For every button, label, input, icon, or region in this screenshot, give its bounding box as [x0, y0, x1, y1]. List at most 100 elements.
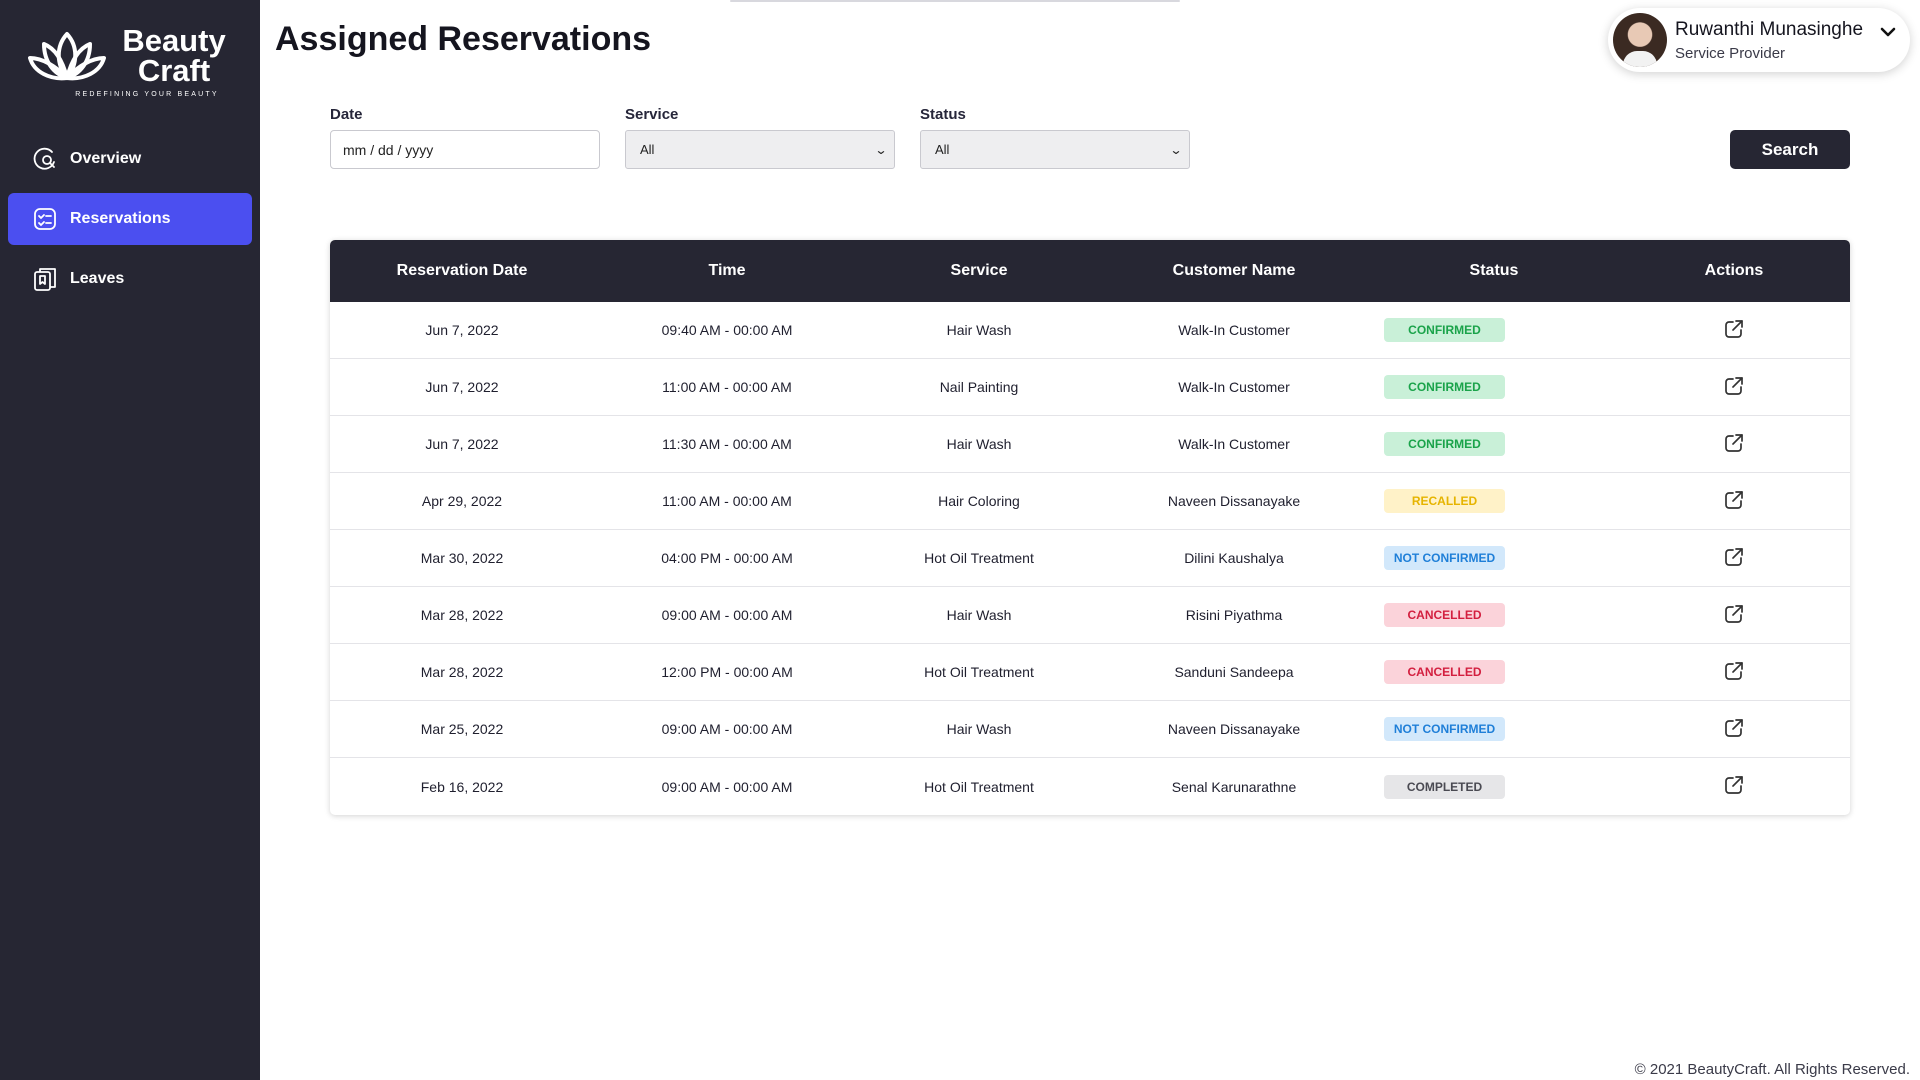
status-cell: COMPLETED — [1370, 774, 1618, 799]
sidebar-item-label: Reservations — [70, 210, 171, 227]
customer-name-cell: Walk-In Customer — [1178, 322, 1290, 338]
chevron-down-icon: ⌄ — [1169, 142, 1183, 157]
sidebar-nav: Overview Reservations Leaves — [8, 133, 252, 313]
customer-name-cell: Senal Karunarathne — [1171, 778, 1297, 795]
table-header: Reservation Date Time Service Customer N… — [330, 240, 1850, 302]
search-button[interactable]: Search — [1730, 130, 1850, 169]
reservation-date-cell: Apr 29, 2022 — [421, 493, 503, 509]
service-cell: Hair Wash — [946, 607, 1012, 623]
external-link-icon[interactable] — [1723, 375, 1745, 397]
reservation-date-cell: Mar 28, 2022 — [420, 607, 504, 623]
service-cell: Hot Oil Treatment — [924, 778, 1034, 795]
status-label: Status — [920, 106, 966, 123]
external-link-icon[interactable] — [1723, 489, 1745, 511]
table-row: Jun 7, 2022 11:30 AM - 00:00 AM Hair Wash W… — [330, 416, 1850, 473]
table-row: Mar 28, 2022 09:00 AM - 00:00 AM Hair Wash… — [330, 587, 1850, 644]
service-cell: Hair Wash — [946, 322, 1012, 338]
profile-role: Service Provider — [1675, 45, 1786, 62]
column-header[interactable]: Customer Name — [1098, 262, 1370, 280]
service-select-value: All — [640, 142, 655, 157]
reservation-date-cell: Mar 25, 2022 — [420, 721, 504, 737]
external-link-icon[interactable] — [1723, 603, 1745, 625]
chevron-down-icon: ⌄ — [874, 142, 888, 157]
status-cell: NOT CONFIRMED — [1370, 546, 1618, 570]
actions-cell — [1618, 717, 1850, 742]
footer-copyright: © 2021 BeautyCraft. All Rights Reserved. — [1634, 1061, 1910, 1078]
external-link-icon[interactable] — [1723, 660, 1745, 682]
external-link-icon[interactable] — [1723, 318, 1745, 340]
sidebar-item-leaves[interactable]: Leaves — [8, 253, 252, 305]
status-badge: COMPLETED — [1384, 774, 1505, 799]
time-cell: 12:00 PM - 00:00 AM — [661, 664, 793, 680]
sidebar-item-label: Leaves — [70, 270, 125, 287]
reservation-date-cell: Jun 7, 2022 — [425, 322, 499, 338]
column-header[interactable]: Service — [860, 262, 1098, 280]
customer-name-cell: Naveen Dissanayake — [1167, 721, 1301, 737]
sidebar-item-reservations[interactable]: Reservations — [8, 193, 252, 245]
service-label: Service — [625, 106, 679, 123]
column-header[interactable]: Reservation Date — [330, 262, 594, 280]
customer-name-cell: Risini Piyathma — [1185, 607, 1283, 623]
status-badge: NOT CONFIRMED — [1384, 546, 1505, 570]
reservation-date-cell: Mar 30, 2022 — [420, 550, 504, 566]
brand-tagline: REDEFINING YOUR BEAUTY — [75, 91, 219, 98]
top-divider — [730, 0, 1180, 2]
time-cell: 11:00 AM - 00:00 AM — [662, 493, 792, 509]
reservation-date-cell: Jun 7, 2022 — [425, 379, 499, 395]
external-link-icon[interactable] — [1723, 432, 1745, 454]
status-cell: CONFIRMED — [1370, 375, 1618, 399]
sidebar: Beauty Craft REDEFINING YOUR BEAUTY Over… — [0, 0, 260, 1080]
time-cell: 09:00 AM - 00:00 AM — [661, 721, 793, 737]
status-badge: RECALLED — [1384, 489, 1505, 513]
actions-cell — [1618, 546, 1850, 571]
service-select[interactable]: All ⌄ — [625, 130, 895, 169]
customer-name-cell: Sanduni Sandeepa — [1174, 664, 1294, 680]
status-cell: NOT CONFIRMED — [1370, 717, 1618, 741]
column-header[interactable]: Actions — [1618, 262, 1850, 280]
page-title: Assigned Reservations — [275, 20, 652, 58]
table-row: Mar 30, 2022 04:00 PM - 00:00 AM Hot Oil T… — [330, 530, 1850, 587]
lotus-icon — [28, 32, 106, 81]
column-header[interactable]: Status — [1370, 262, 1618, 280]
reservation-date-cell: Feb 16, 2022 — [420, 778, 504, 795]
actions-cell — [1618, 318, 1850, 343]
reservation-date-cell: Mar 28, 2022 — [420, 664, 504, 680]
status-cell: CONFIRMED — [1370, 318, 1618, 342]
external-link-icon[interactable] — [1723, 717, 1745, 739]
status-cell: CANCELLED — [1370, 660, 1618, 684]
brand-name: Beauty Craft — [122, 23, 226, 88]
actions-cell — [1618, 603, 1850, 628]
status-badge: CANCELLED — [1384, 660, 1505, 684]
status-select[interactable]: All ⌄ — [920, 130, 1190, 169]
table-row: Jun 7, 2022 09:40 AM - 00:00 AM Hair Wash W… — [330, 302, 1850, 359]
table-row: Mar 25, 2022 09:00 AM - 00:00 AM Hair Wash… — [330, 701, 1850, 758]
service-cell: Hair Coloring — [938, 493, 1020, 509]
external-link-icon[interactable] — [1723, 546, 1745, 568]
profile-menu[interactable]: Ruwanthi Munasinghe Service Provider — [1608, 8, 1910, 72]
status-cell: RECALLED — [1370, 489, 1618, 513]
external-link-icon[interactable] — [1723, 774, 1745, 796]
sidebar-item-overview[interactable]: Overview — [8, 133, 252, 185]
service-cell: Hot Oil Treatment — [924, 550, 1034, 566]
actions-cell — [1618, 660, 1850, 685]
date-input[interactable]: mm / dd / yyyy — [330, 130, 600, 169]
service-cell: Hair Wash — [946, 436, 1012, 452]
service-cell: Hair Wash — [946, 721, 1012, 737]
status-badge: CONFIRMED — [1384, 432, 1505, 456]
status-select-value: All — [935, 142, 950, 157]
status-badge: CANCELLED — [1384, 603, 1505, 627]
chevron-down-icon[interactable] — [1878, 22, 1898, 42]
status-filter: Status All ⌄ — [920, 106, 1190, 169]
status-badge: CONFIRMED — [1384, 318, 1505, 342]
reservations-icon — [32, 206, 58, 232]
time-cell: 11:30 AM - 00:00 AM — [662, 436, 792, 452]
date-filter: Date mm / dd / yyyy — [330, 106, 600, 169]
table-row: Feb 16, 2022 09:00 AM - 00:00 AM Hot Oil T… — [330, 758, 1850, 815]
brand-logo[interactable]: Beauty Craft REDEFINING YOUR BEAUTY — [26, 23, 236, 104]
overview-icon — [32, 146, 58, 172]
table-row: Jun 7, 2022 11:00 AM - 00:00 AM Nail Paint… — [330, 359, 1850, 416]
time-cell: 09:00 AM - 00:00 AM — [661, 778, 793, 795]
column-header[interactable]: Time — [594, 262, 860, 280]
customer-name-cell: Walk-In Customer — [1178, 436, 1290, 452]
table-row: Apr 29, 2022 11:00 AM - 00:00 AM Hair Colo… — [330, 473, 1850, 530]
